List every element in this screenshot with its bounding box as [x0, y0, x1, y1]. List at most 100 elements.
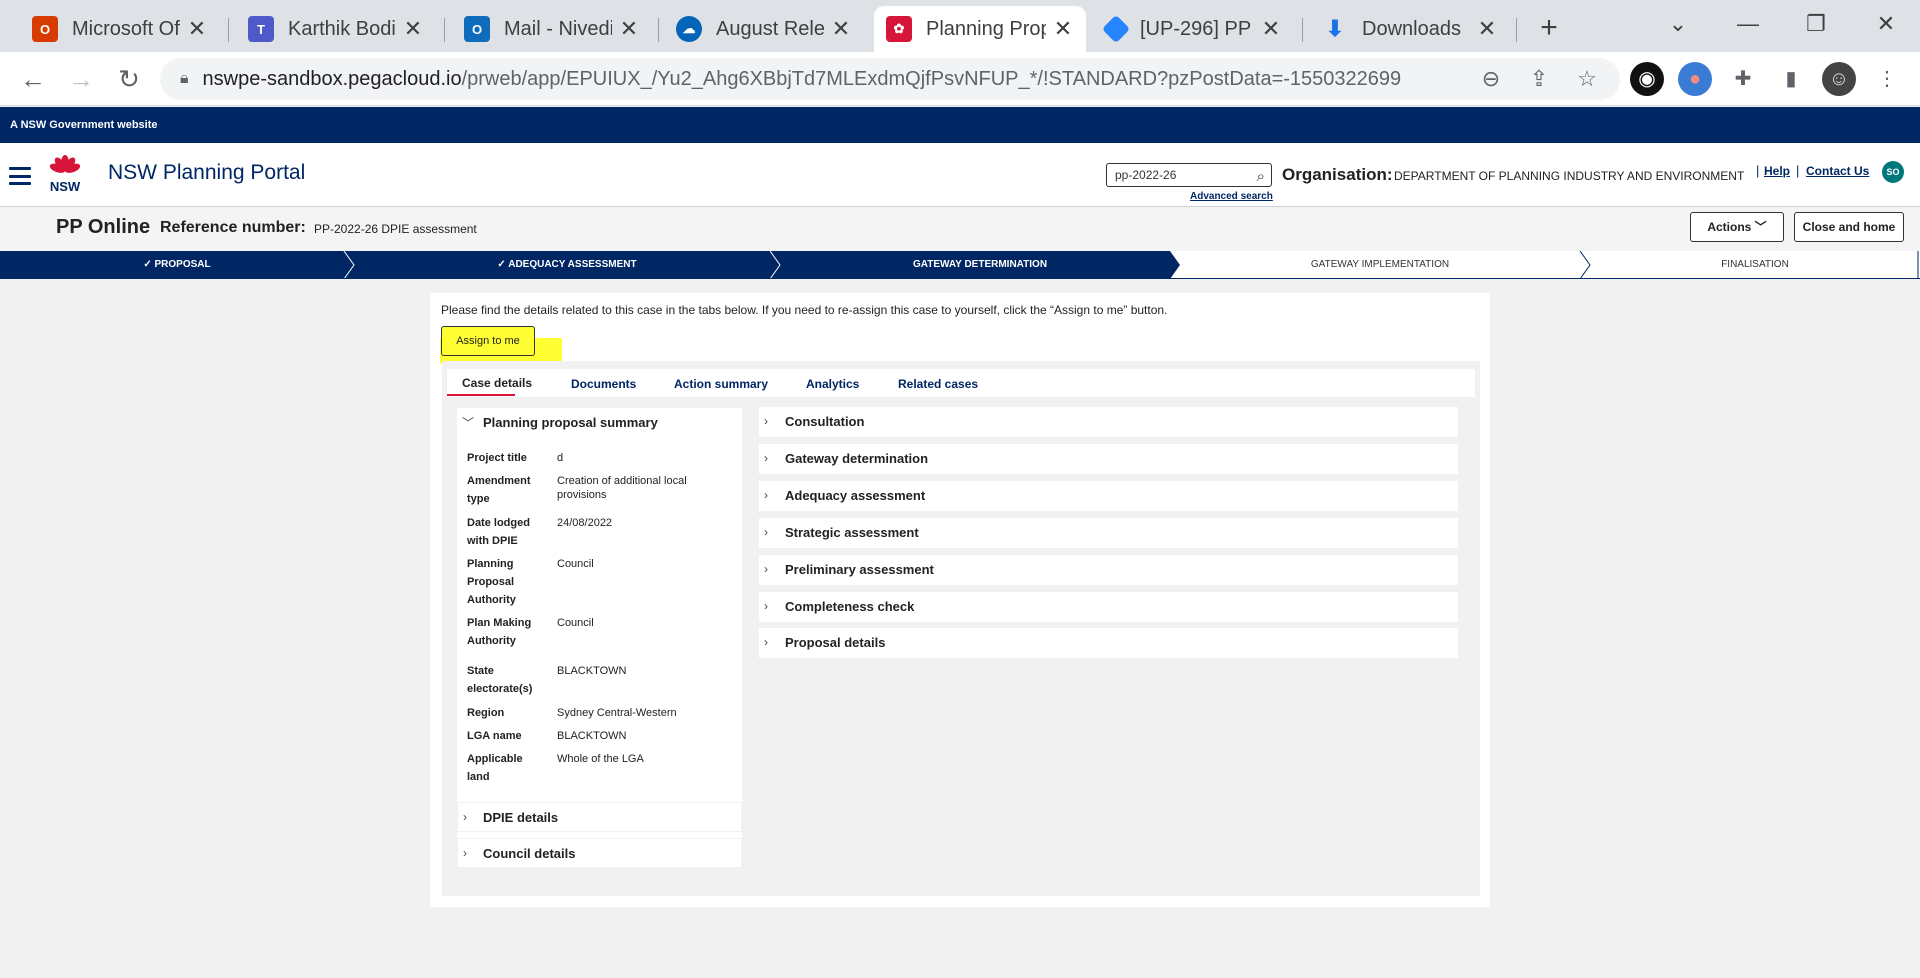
close-and-home-button[interactable]: Close and home	[1794, 212, 1904, 242]
accordion-adequacy-assessment[interactable]: › Adequacy assessment	[759, 481, 1458, 511]
council-details-label: Council details	[483, 846, 576, 861]
reference-value: PP-2022-26 DPIE assessment	[314, 222, 477, 236]
organisation-value: DEPARTMENT OF PLANNING INDUSTRY AND ENVI…	[1394, 169, 1745, 183]
field-label: Amendment type	[467, 475, 531, 505]
profile-avatar[interactable]: ☺	[1822, 62, 1856, 96]
check-icon: ✓	[497, 259, 509, 270]
field-value: BLACKTOWN	[557, 665, 627, 677]
contact-us-link[interactable]: Contact Us	[1806, 164, 1869, 178]
browser-tab[interactable]: T Karthik Bodipu ✕	[236, 6, 436, 52]
planning-proposal-summary-heading[interactable]: Planning proposal summary	[483, 415, 658, 430]
tab-action-summary[interactable]: Action summary	[674, 377, 768, 391]
field-label: LGA name	[467, 730, 522, 742]
hamburger-menu-icon[interactable]	[9, 167, 31, 185]
accordion-proposal-details[interactable]: › Proposal details	[759, 628, 1458, 658]
chevron-right-icon: ›	[764, 525, 768, 539]
advanced-search-link[interactable]: Advanced search	[1190, 191, 1273, 202]
window-close-icon[interactable]: ✕	[1866, 8, 1906, 40]
actions-button[interactable]: Actions ﹀	[1690, 212, 1784, 242]
help-link[interactable]: Help	[1764, 164, 1790, 178]
office-icon: O	[32, 16, 58, 42]
dpie-details-accordion[interactable]: › DPIE details	[457, 802, 742, 832]
stage-proposal: ✓ PROPOSAL	[0, 251, 354, 279]
new-tab-button[interactable]: +	[1530, 10, 1568, 46]
browser-tab[interactable]: ⬇ Downloads ✕	[1310, 6, 1510, 52]
close-icon[interactable]: ✕	[186, 16, 208, 42]
assign-to-me-button[interactable]: Assign to me	[441, 326, 535, 356]
accordion-gateway-determination[interactable]: › Gateway determination	[759, 444, 1458, 474]
active-tab-indicator	[447, 394, 515, 396]
field-value: Sydney Central-Western	[557, 707, 677, 719]
browser-tab-active[interactable]: ✿ Planning Propo ✕	[874, 6, 1086, 52]
tab-related-cases[interactable]: Related cases	[898, 377, 978, 391]
accordion-consultation[interactable]: › Consultation	[759, 407, 1458, 437]
search-input[interactable]: pp-2022-26 ⌕	[1106, 163, 1272, 187]
extension-color-icon[interactable]: ●	[1678, 62, 1712, 96]
browser-tab-strip: O Microsoft Offic ✕ T Karthik Bodipu ✕ O…	[0, 0, 1920, 52]
accordion-completeness-check[interactable]: › Completeness check	[759, 592, 1458, 622]
field-value: Council	[557, 617, 594, 629]
jira-icon	[1101, 14, 1131, 44]
stage-adequacy-assessment: ✓ ADEQUACY ASSESSMENT	[354, 251, 780, 279]
browser-tab[interactable]: O Mail - Nivedita ✕	[452, 6, 652, 52]
gov-banner: A NSW Government website	[0, 107, 1920, 143]
back-icon[interactable]: ←	[16, 62, 50, 96]
tab-documents[interactable]: Documents	[571, 377, 636, 391]
stage-label: PROPOSAL	[154, 259, 211, 270]
url-field[interactable]: 🔒︎ nswpe-sandbox.pegacloud.io/prweb/app/…	[160, 58, 1620, 100]
tab-title: [UP-296] PP G/	[1140, 17, 1254, 40]
tab-search-icon[interactable]: ⌄	[1658, 8, 1698, 40]
user-avatar[interactable]: SO	[1882, 161, 1904, 183]
url-text: nswpe-sandbox.pegacloud.io/prweb/app/EPU…	[203, 68, 1402, 91]
chevron-right-icon: ›	[764, 451, 768, 465]
tab-analytics[interactable]: Analytics	[806, 377, 859, 391]
tab-case-details[interactable]: Case details	[462, 376, 532, 390]
tab-separator	[228, 18, 229, 42]
accordion-label: Strategic assessment	[785, 525, 919, 540]
stage-finalisation: FINALISATION	[1590, 251, 1920, 279]
field-label: Project title	[467, 452, 527, 464]
accordion-preliminary-assessment[interactable]: › Preliminary assessment	[759, 555, 1458, 585]
close-icon[interactable]: ✕	[1476, 16, 1498, 42]
chevron-right-icon: ›	[463, 810, 467, 824]
field-value: Whole of the LGA	[557, 753, 644, 765]
forward-icon[interactable]: →	[64, 62, 98, 96]
close-icon[interactable]: ✕	[830, 16, 852, 42]
kebab-menu-icon[interactable]: ⋮	[1870, 62, 1904, 96]
field-value: Council	[557, 558, 594, 570]
close-icon[interactable]: ✕	[618, 16, 640, 42]
accordion-strategic-assessment[interactable]: › Strategic assessment	[759, 518, 1458, 548]
stage-label: GATEWAY DETERMINATION	[912, 259, 1048, 270]
minimize-icon[interactable]: —	[1728, 8, 1768, 40]
accordion-label: Consultation	[785, 414, 865, 429]
browser-tab[interactable]: O Microsoft Offic ✕	[20, 6, 220, 52]
tab-separator	[658, 18, 659, 42]
tab-title: Karthik Bodipu	[288, 17, 396, 40]
intro-text: Please find the details related to this …	[441, 303, 1168, 317]
portal-title[interactable]: NSW Planning Portal	[108, 161, 305, 185]
stage-label: ADEQUACY ASSESSMENT	[508, 259, 637, 270]
side-panel-icon[interactable]: ▮	[1774, 62, 1808, 96]
search-icon[interactable]: ⌕	[1257, 166, 1265, 188]
bookmark-star-icon[interactable]: ☆	[1570, 62, 1604, 96]
zoom-icon[interactable]: ⊖	[1474, 62, 1508, 96]
restore-icon[interactable]: ❐	[1796, 8, 1836, 40]
chevron-right-icon: ›	[764, 488, 768, 502]
council-details-accordion[interactable]: › Council details	[457, 838, 742, 868]
app-name: PP Online	[56, 216, 151, 238]
field-label: Planning Proposal Authority	[467, 558, 516, 606]
chevron-down-icon: ﹀	[1754, 220, 1767, 234]
share-icon[interactable]: ⇪	[1522, 62, 1556, 96]
close-icon[interactable]: ✕	[402, 16, 424, 42]
close-icon[interactable]: ✕	[1052, 16, 1074, 42]
browser-tab[interactable]: ☁ August Release ✕	[664, 6, 864, 52]
chevron-down-icon[interactable]: ﹀	[462, 414, 474, 431]
extension-eye-icon[interactable]: ◉	[1630, 62, 1664, 96]
extensions-puzzle-icon[interactable]: ✚	[1726, 62, 1760, 96]
portal-header: NSW NSW Planning Portal pp-2022-26 ⌕ Adv…	[0, 143, 1920, 207]
close-icon[interactable]: ✕	[1260, 16, 1282, 42]
browser-tab[interactable]: [UP-296] PP G/ ✕	[1094, 6, 1294, 52]
check-icon: ✓	[143, 259, 155, 270]
lock-icon: 🔒︎	[180, 70, 189, 87]
reload-icon[interactable]: ↻	[112, 62, 146, 96]
